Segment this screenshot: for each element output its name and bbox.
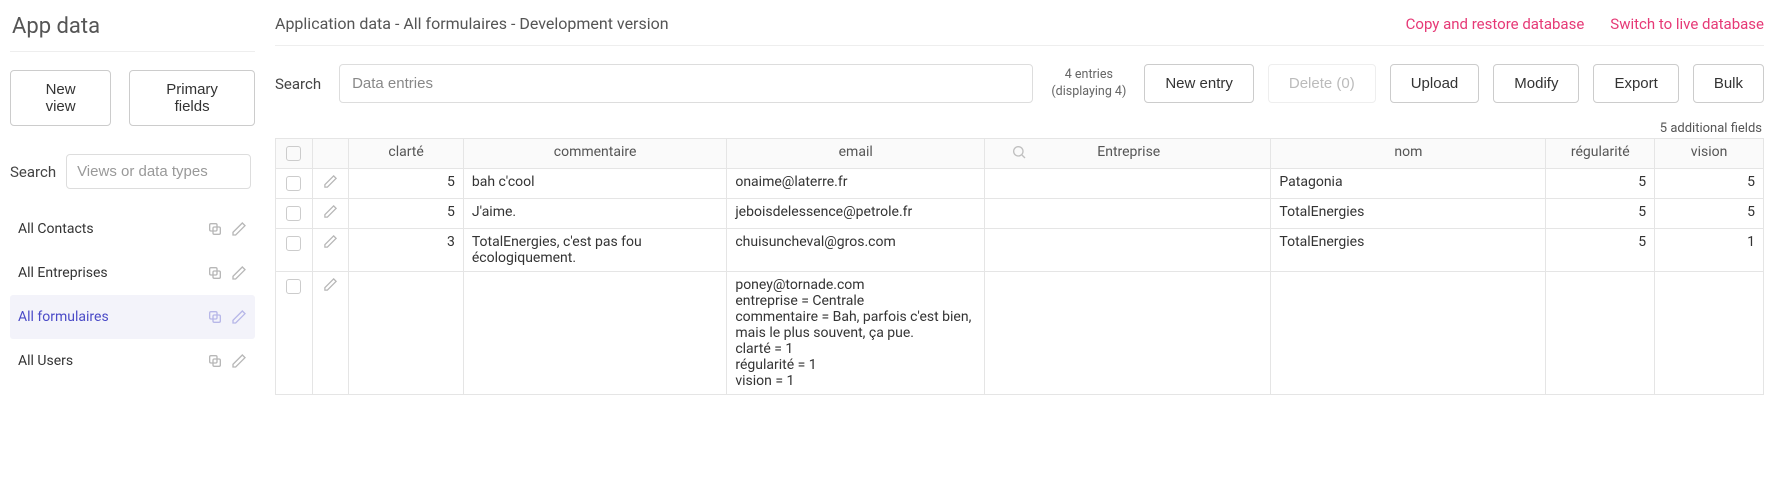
- table-row[interactable]: 5bah c'coolonaime@laterre.frPatagonia55: [276, 169, 1764, 199]
- sidebar: App data New view Primary fields Search …: [0, 0, 265, 405]
- entries-line1: 4 entries: [1051, 67, 1126, 84]
- pencil-icon[interactable]: [231, 353, 247, 369]
- copy-icon[interactable]: [207, 265, 223, 281]
- cell-regularite[interactable]: 5: [1546, 199, 1655, 229]
- cell-email[interactable]: jeboisdelessence@petrole.fr: [727, 199, 985, 229]
- cell-vision[interactable]: 5: [1655, 199, 1764, 229]
- pencil-icon[interactable]: [231, 265, 247, 281]
- sidebar-view-item[interactable]: All Users: [10, 339, 255, 383]
- copy-icon[interactable]: [207, 353, 223, 369]
- entries-count: 4 entries (displaying 4): [1047, 67, 1130, 101]
- pencil-icon[interactable]: [323, 277, 338, 292]
- export-button[interactable]: Export: [1593, 64, 1678, 103]
- copy-restore-link[interactable]: Copy and restore database: [1406, 15, 1585, 33]
- col-nom[interactable]: nom: [1271, 139, 1546, 169]
- modify-button[interactable]: Modify: [1493, 64, 1579, 103]
- pencil-icon[interactable]: [231, 221, 247, 237]
- col-clarte[interactable]: clarté: [349, 139, 464, 169]
- main-area: Application data - All formulaires - Dev…: [265, 0, 1776, 405]
- switch-live-link[interactable]: Switch to live database: [1610, 15, 1764, 33]
- cell-entreprise[interactable]: [985, 229, 1271, 272]
- cell-vision[interactable]: [1655, 272, 1764, 395]
- row-checkbox[interactable]: [286, 176, 301, 191]
- additional-fields-label[interactable]: 5 additional fields: [275, 121, 1764, 136]
- cell-commentaire[interactable]: [463, 272, 726, 395]
- col-vision[interactable]: vision: [1655, 139, 1764, 169]
- delete-button: Delete (0): [1268, 64, 1376, 103]
- select-all-checkbox[interactable]: [286, 146, 301, 161]
- col-regularite[interactable]: régularité: [1546, 139, 1655, 169]
- cell-entreprise[interactable]: [985, 199, 1271, 229]
- cell-entreprise[interactable]: [985, 272, 1271, 395]
- data-table: clarté commentaire email Entreprise nom …: [275, 138, 1764, 395]
- table-row[interactable]: 3TotalEnergies, c'est pas fou écologique…: [276, 229, 1764, 272]
- bulk-button[interactable]: Bulk: [1693, 64, 1764, 103]
- cell-vision[interactable]: 5: [1655, 169, 1764, 199]
- cell-vision[interactable]: 1: [1655, 229, 1764, 272]
- cell-clarte[interactable]: [349, 272, 464, 395]
- cell-clarte[interactable]: 5: [349, 199, 464, 229]
- col-select-all[interactable]: [276, 139, 313, 169]
- main-search-input[interactable]: [339, 64, 1033, 103]
- cell-commentaire[interactable]: bah c'cool: [463, 169, 726, 199]
- row-checkbox[interactable]: [286, 279, 301, 294]
- pencil-icon[interactable]: [323, 204, 338, 219]
- new-entry-button[interactable]: New entry: [1144, 64, 1254, 103]
- view-item-label: All formulaires: [18, 309, 109, 325]
- cell-email[interactable]: poney@tornade.com entreprise = Centrale …: [727, 272, 985, 395]
- new-view-button[interactable]: New view: [10, 70, 111, 126]
- cell-commentaire[interactable]: TotalEnergies, c'est pas fou écologiquem…: [463, 229, 726, 272]
- view-item-label: All Entreprises: [18, 265, 108, 281]
- cell-regularite[interactable]: 5: [1546, 229, 1655, 272]
- sidebar-search-input[interactable]: [66, 154, 251, 189]
- col-entreprise-label: Entreprise: [1097, 144, 1160, 160]
- entries-line2: (displaying 4): [1051, 84, 1126, 101]
- row-checkbox[interactable]: [286, 236, 301, 251]
- view-item-label: All Contacts: [18, 221, 94, 237]
- copy-icon[interactable]: [207, 221, 223, 237]
- cell-nom[interactable]: [1271, 272, 1546, 395]
- main-search-label: Search: [275, 75, 321, 93]
- cell-clarte[interactable]: 3: [349, 229, 464, 272]
- table-row[interactable]: poney@tornade.com entreprise = Centrale …: [276, 272, 1764, 395]
- sidebar-search-label: Search: [10, 163, 56, 181]
- cell-clarte[interactable]: 5: [349, 169, 464, 199]
- cell-regularite[interactable]: 5: [1546, 169, 1655, 199]
- col-edit-header: [312, 139, 349, 169]
- cell-email[interactable]: onaime@laterre.fr: [727, 169, 985, 199]
- cell-entreprise[interactable]: [985, 169, 1271, 199]
- table-row[interactable]: 5J'aime.jeboisdelessence@petrole.frTotal…: [276, 199, 1764, 229]
- cell-email[interactable]: chuisuncheval@gros.com: [727, 229, 985, 272]
- sidebar-title: App data: [10, 10, 255, 52]
- upload-button[interactable]: Upload: [1390, 64, 1480, 103]
- col-entreprise[interactable]: Entreprise: [985, 139, 1271, 169]
- pencil-icon[interactable]: [231, 309, 247, 325]
- primary-fields-button[interactable]: Primary fields: [129, 70, 255, 126]
- row-checkbox[interactable]: [286, 206, 301, 221]
- sidebar-view-item[interactable]: All Entreprises: [10, 251, 255, 295]
- breadcrumb: Application data - All formulaires - Dev…: [275, 14, 1406, 33]
- sidebar-view-item[interactable]: All formulaires: [10, 295, 255, 339]
- view-item-label: All Users: [18, 353, 73, 369]
- cell-nom[interactable]: TotalEnergies: [1271, 229, 1546, 272]
- pencil-icon[interactable]: [323, 234, 338, 249]
- col-commentaire[interactable]: commentaire: [463, 139, 726, 169]
- copy-icon[interactable]: [207, 309, 223, 325]
- pencil-icon[interactable]: [323, 174, 338, 189]
- search-icon: [1011, 144, 1027, 160]
- cell-nom[interactable]: Patagonia: [1271, 169, 1546, 199]
- cell-commentaire[interactable]: J'aime.: [463, 199, 726, 229]
- sidebar-view-item[interactable]: All Contacts: [10, 207, 255, 251]
- cell-nom[interactable]: TotalEnergies: [1271, 199, 1546, 229]
- cell-regularite[interactable]: [1546, 272, 1655, 395]
- col-email[interactable]: email: [727, 139, 985, 169]
